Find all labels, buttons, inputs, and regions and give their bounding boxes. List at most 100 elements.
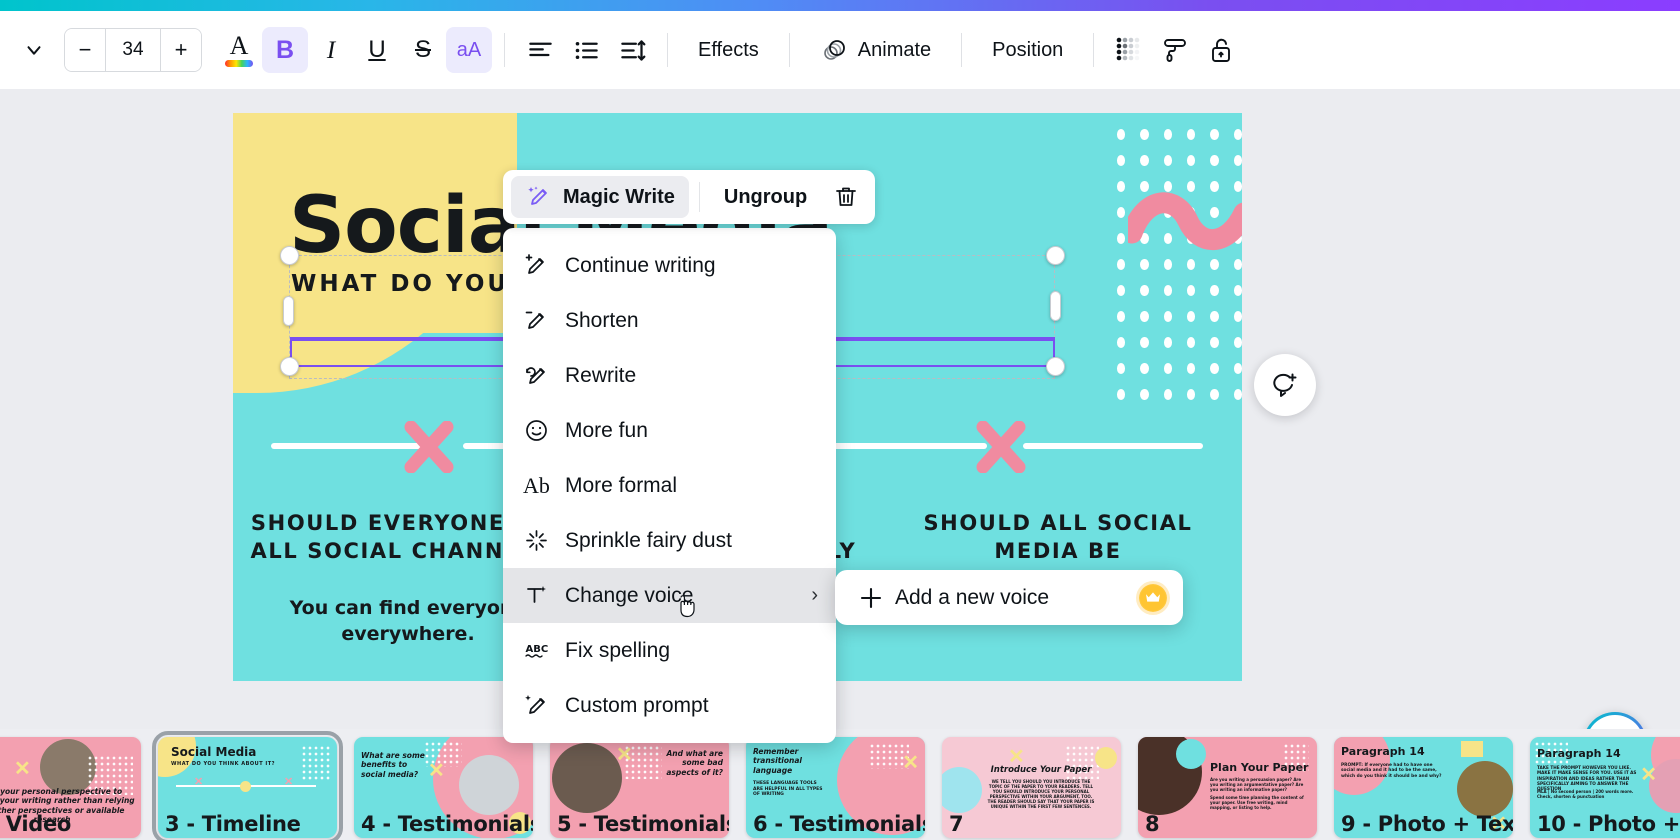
menu-item-fix-spelling[interactable]: ABC Fix spelling	[503, 623, 836, 678]
sparkle-pencil-icon	[523, 692, 565, 719]
list-item[interactable]: ✕ Paragraph 14 PROMPT: If everyone had t…	[1334, 737, 1513, 838]
menu-item-sprinkle-fairy-dust[interactable]: Sprinkle fairy dust	[503, 513, 836, 568]
effects-button[interactable]: Effects	[680, 27, 777, 73]
resize-handle-bottom-left[interactable]	[280, 357, 299, 376]
resize-handle-top-left[interactable]	[280, 246, 299, 265]
delete-button[interactable]	[825, 176, 867, 218]
align-left-icon	[528, 42, 552, 56]
thumbnail-label: 2 - Video	[0, 812, 72, 836]
magic-pencil-icon	[528, 186, 547, 205]
menu-item-label: Continue writing	[565, 253, 716, 277]
menu-item-label: Sprinkle fairy dust	[565, 528, 732, 552]
transparency-icon	[1117, 37, 1140, 61]
bold-icon: B	[275, 35, 295, 64]
bold-button[interactable]: B	[262, 27, 308, 73]
thumbnail-text: Social Media	[171, 745, 257, 759]
menu-item-label: More fun	[565, 418, 648, 442]
smiley-icon	[523, 417, 565, 444]
pink-squiggle-shape	[1121, 185, 1242, 260]
underline-button[interactable]: U	[354, 27, 400, 73]
thumbnail-text: Introduce Your Paper	[990, 765, 1092, 775]
lock-button[interactable]	[1198, 27, 1244, 73]
pencil-plus-icon	[523, 252, 565, 279]
line-spacing-button[interactable]	[609, 27, 655, 73]
strikethrough-button[interactable]: S	[400, 27, 446, 73]
font-size-decrease-button[interactable]: −	[65, 29, 105, 71]
menu-item-more-fun[interactable]: More fun	[503, 403, 836, 458]
line-spacing-icon	[620, 39, 645, 61]
list-item[interactable]: ✕ And what are some bad aspects of it? 5…	[550, 737, 729, 838]
magic-write-menu: Continue writing Shorten Rewrite More fu…	[503, 228, 836, 743]
text-align-button[interactable]	[517, 27, 563, 73]
position-button[interactable]: Position	[974, 27, 1081, 73]
thumbnail-text: And what are some bad aspects of it?	[666, 749, 723, 777]
underline-icon: U	[368, 36, 386, 63]
bullet-list-button[interactable]	[563, 27, 609, 73]
thumbnail-label: 5 - Testimonials	[557, 812, 729, 836]
divider	[788, 33, 790, 67]
menu-item-custom-prompt[interactable]: Custom prompt	[503, 678, 836, 733]
add-new-voice-label[interactable]: Add a new voice	[895, 586, 1139, 610]
pencil-minus-icon	[523, 307, 565, 334]
list-item[interactable]: ✕ Paragraph 14 TAKE THE PROMPT HOWEVER Y…	[1530, 737, 1680, 838]
magic-write-button[interactable]: Magic Write	[511, 176, 689, 218]
thumbnail-list: ✕ Use your personal perspective to infor…	[0, 731, 1680, 840]
plus-icon	[851, 585, 891, 611]
resize-handle-bottom-right[interactable]	[1046, 357, 1065, 376]
list-item[interactable]: ✕ Remember transitional language THESE L…	[746, 737, 925, 838]
lock-icon	[1212, 38, 1231, 62]
menu-item-continue-writing[interactable]: Continue writing	[503, 238, 836, 293]
animate-button[interactable]: Animate	[802, 27, 949, 73]
paint-roller-button[interactable]	[1152, 27, 1198, 73]
menu-item-more-formal[interactable]: Ab More formal	[503, 458, 836, 513]
thumbnail-label: 10 - Photo + Te...	[1537, 812, 1680, 836]
list-item[interactable]: ✕ What are some benefits to social media…	[354, 737, 533, 838]
thumbnail-text: What are some benefits to social media?	[361, 751, 425, 779]
text-toolbar: − 34 + A B I U S aA Effects Animate Posi…	[0, 11, 1680, 89]
thumbnail-text: Remember transitional language	[753, 747, 802, 775]
sparkle-burst-icon	[523, 527, 565, 554]
column-heading-3[interactable]: SHOULD ALL SOCIAL MEDIA BE	[893, 509, 1223, 566]
abc-spellcheck-icon: ABC	[523, 637, 565, 664]
svg-text:ABC: ABC	[526, 644, 549, 655]
italic-button[interactable]: I	[308, 27, 354, 73]
text-voice-icon	[523, 582, 565, 609]
menu-item-shorten[interactable]: Shorten	[503, 293, 836, 348]
font-size-stepper[interactable]: − 34 +	[64, 28, 202, 72]
slide-filmstrip[interactable]: ✕ Use your personal perspective to infor…	[0, 729, 1680, 840]
letter-case-button[interactable]: aA	[446, 27, 492, 73]
list-item[interactable]: Plan Your Paper Are you writing a persua…	[1138, 737, 1317, 838]
chevron-right-icon: ›	[811, 584, 818, 606]
bullet-list-icon	[575, 41, 598, 59]
font-color-button[interactable]: A	[216, 27, 262, 73]
menu-item-label: Fix spelling	[565, 638, 671, 662]
brand-gradient-strip	[0, 0, 1680, 11]
thumbnail-label: 9 - Photo + Text...	[1341, 812, 1513, 836]
animate-label: Animate	[857, 38, 932, 61]
transparency-button[interactable]	[1106, 27, 1152, 73]
magic-write-context-bar: Magic Write Ungroup	[503, 170, 876, 224]
resize-handle-right[interactable]	[1050, 291, 1061, 321]
list-item[interactable]: ✕ Use your personal perspective to infor…	[0, 737, 141, 838]
ai-assistant-button[interactable]	[1583, 712, 1647, 729]
menu-item-rewrite[interactable]: Rewrite	[503, 348, 836, 403]
list-item[interactable]: Social Media WHAT DO YOU THINK ABOUT IT?…	[152, 731, 343, 840]
add-comment-icon	[1273, 373, 1297, 397]
menu-item-change-voice[interactable]: Change voice ›	[503, 568, 836, 623]
thumbnail-label: 4 - Testimonials	[361, 812, 533, 836]
strikethrough-icon: S	[414, 36, 431, 63]
thumbnail-label: 6 - Testimonials	[753, 812, 925, 836]
chevron-down-icon[interactable]	[12, 28, 56, 72]
mouse-cursor-pointer-icon	[675, 594, 697, 626]
resize-handle-left[interactable]	[283, 296, 294, 326]
paint-roller-icon	[1164, 39, 1187, 62]
resize-handle-top-right[interactable]	[1046, 246, 1065, 265]
menu-item-label: Shorten	[565, 308, 639, 332]
list-item[interactable]: ✕ Introduce Your Paper WE TELL YOU SHOUL…	[942, 737, 1121, 838]
font-size-increase-button[interactable]: +	[161, 29, 201, 71]
x-marker-icon	[401, 421, 457, 473]
divider	[504, 33, 505, 67]
ungroup-button[interactable]: Ungroup	[710, 176, 821, 218]
add-comment-button[interactable]	[1254, 354, 1316, 416]
font-size-input[interactable]: 34	[105, 29, 161, 71]
